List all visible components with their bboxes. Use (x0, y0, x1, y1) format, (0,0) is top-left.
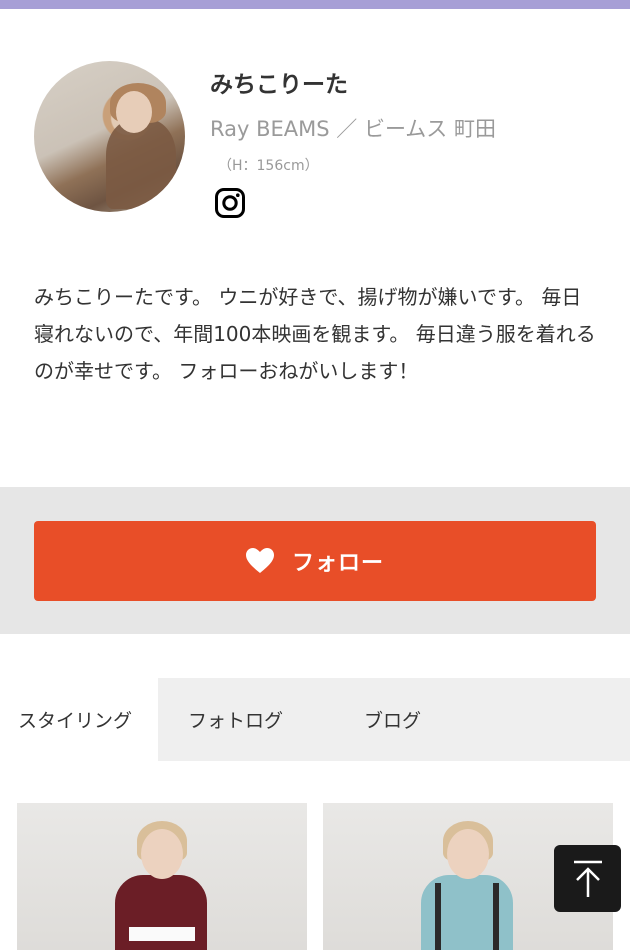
profile-shop[interactable]: Ray BEAMS ／ ビームス 町田 (210, 113, 496, 143)
follow-area: フォロー (0, 487, 630, 634)
styling-grid (0, 803, 630, 950)
follow-button[interactable]: フォロー (34, 521, 596, 601)
profile-name: みちこりーた (210, 72, 348, 98)
tab-blog[interactable]: ブログ (328, 678, 488, 761)
arrow-up-icon (573, 860, 602, 897)
profile-height: （H：156cm） (218, 158, 319, 174)
follow-label: フォロー (291, 551, 384, 576)
back-to-top-button[interactable] (554, 845, 621, 912)
tab-styling[interactable]: スタイリング (0, 678, 158, 761)
profile-section: みちこりーた Ray BEAMS ／ ビームス 町田 （H：156cm） みちこ… (0, 9, 630, 487)
content-tabs: スタイリング フォトログ ブログ (0, 678, 630, 761)
top-accent-bar (0, 0, 630, 9)
tab-photolog[interactable]: フォトログ (158, 678, 328, 761)
profile-bio: みちこりーたです。 ウニが好きで、揚げ物が嫌いです。 毎日寝れないので、年間10… (34, 285, 596, 383)
heart-icon (245, 548, 274, 573)
instagram-icon[interactable] (214, 187, 246, 219)
avatar (34, 61, 185, 212)
styling-card[interactable] (17, 803, 307, 950)
